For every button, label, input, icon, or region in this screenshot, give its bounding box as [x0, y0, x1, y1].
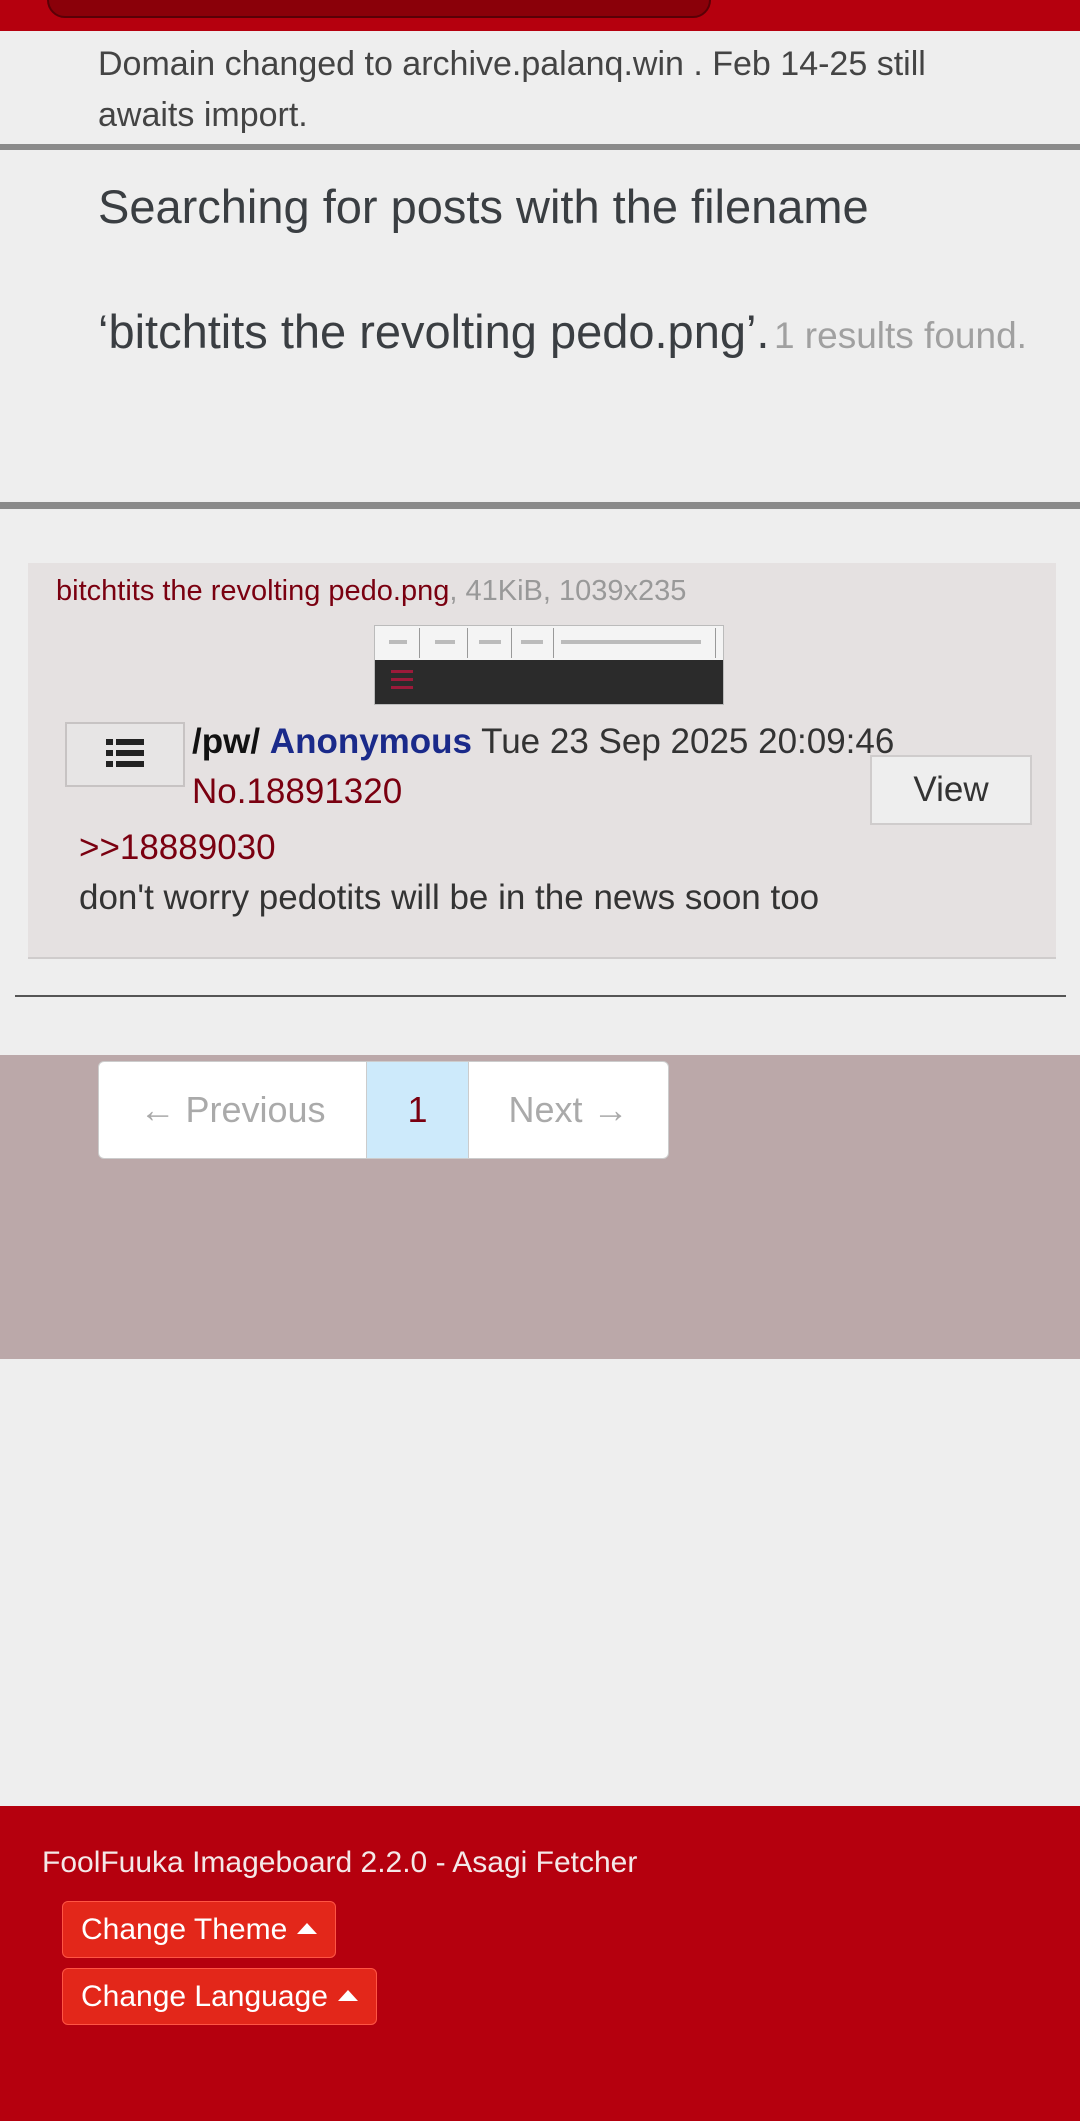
search-title: Searching for posts with the filename ‘b…	[98, 180, 869, 358]
navbar-tab[interactable]	[47, 0, 711, 18]
post-thumbnail[interactable]	[374, 625, 724, 705]
top-navbar	[0, 0, 1080, 31]
change-theme-label: Change Theme	[81, 1913, 288, 1946]
search-summary: Searching for posts with the filename ‘b…	[98, 150, 1028, 400]
post-author: Anonymous	[269, 722, 473, 761]
change-language-label: Change Language	[81, 1980, 328, 2013]
change-language-button[interactable]: Change Language	[62, 1968, 377, 2025]
file-info: bitchtits the revolting pedo.png, 41KiB,…	[56, 575, 686, 608]
footer-credits: FoolFuuka Imageboard 2.2.0 - Asagi Fetch…	[42, 1846, 638, 1879]
view-button[interactable]: View	[870, 755, 1032, 825]
pagination: ← Previous 1 Next →	[98, 1061, 669, 1159]
content-divider	[15, 995, 1066, 997]
post-header: /pw/ Anonymous Tue 23 Sep 2025 20:09:46 …	[192, 717, 912, 817]
post-number-link[interactable]: No.18891320	[192, 772, 402, 811]
footer: FoolFuuka Imageboard 2.2.0 - Asagi Fetch…	[0, 1806, 1080, 2121]
board-link[interactable]: /pw/	[192, 722, 260, 761]
next-page-button[interactable]: Next →	[469, 1062, 668, 1158]
page-1-button[interactable]: 1	[367, 1062, 469, 1158]
post-card: bitchtits the revolting pedo.png, 41KiB,…	[28, 563, 1056, 959]
post-menu-button[interactable]	[65, 722, 185, 787]
search-header: Searching for posts with the filename ‘b…	[0, 150, 1080, 509]
file-meta: , 41KiB, 1039x235	[449, 575, 687, 607]
caret-up-icon	[337, 1989, 358, 2001]
post-date: Tue 23 Sep 2025 20:09:46	[481, 722, 895, 761]
post-comment: don't worry pedotits will be in the news…	[79, 878, 820, 917]
quote-link[interactable]: >>18889030	[79, 828, 276, 868]
change-theme-button[interactable]: Change Theme	[62, 1901, 337, 1958]
pagination-area: ← Previous 1 Next →	[0, 1055, 1080, 1359]
caret-up-icon	[297, 1922, 318, 1934]
announcement-text: Domain changed to archive.palanq.win . F…	[98, 45, 926, 134]
search-result-count: 1 results found.	[773, 315, 1027, 356]
file-name-link[interactable]: bitchtits the revolting pedo.png	[56, 575, 449, 607]
previous-page-button[interactable]: ← Previous	[99, 1062, 367, 1158]
announcement-banner: Domain changed to archive.palanq.win . F…	[0, 31, 1080, 150]
